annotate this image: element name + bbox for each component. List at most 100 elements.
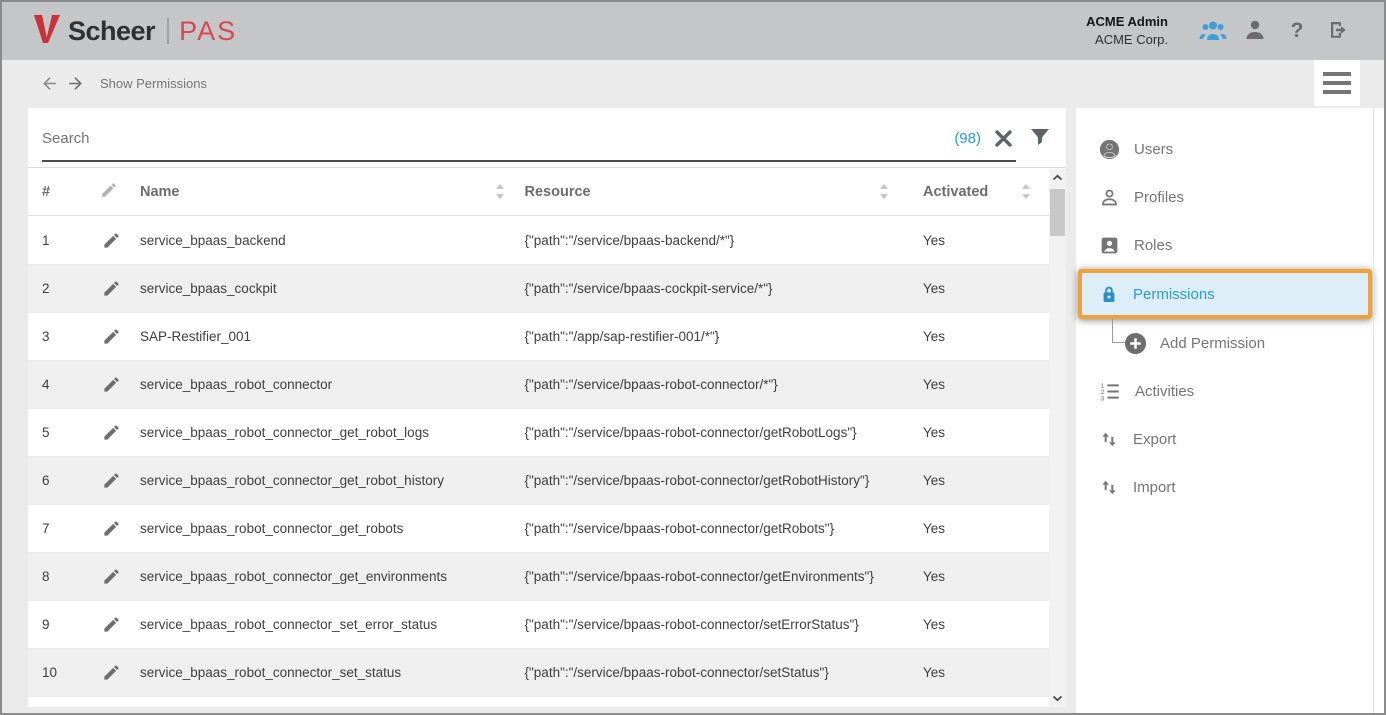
permission-activated: Yes xyxy=(909,665,1049,680)
edit-permission-button[interactable] xyxy=(100,469,123,492)
breadcrumb-bar: Show Permissions xyxy=(2,60,1384,106)
permission-resource: {"path":"/service/bpaas-robot-connector/… xyxy=(525,617,910,632)
permission-name: service_bpaas_robot_connector xyxy=(140,377,525,392)
clear-search-button[interactable] xyxy=(991,126,1016,151)
permission-name: service_bpaas_robot_connector_get_enviro… xyxy=(140,569,525,584)
column-header-edit xyxy=(84,181,140,203)
table-row[interactable]: 7 service_bpaas_robot_connector_get_robo… xyxy=(28,505,1049,553)
hamburger-icon xyxy=(1323,72,1351,76)
forward-button[interactable] xyxy=(62,70,88,96)
logout-icon xyxy=(1327,18,1351,45)
table-row[interactable]: 1 service_bpaas_backend {"path":"/servic… xyxy=(28,217,1049,265)
permission-resource: {"path":"/service/bpaas-robot-connector/… xyxy=(525,665,910,680)
sidebar-item-import[interactable]: Import xyxy=(1076,463,1384,511)
badge-icon xyxy=(1099,235,1120,256)
edit-permission-button[interactable] xyxy=(100,229,123,252)
row-number: 3 xyxy=(28,329,84,344)
table-row[interactable]: 8 service_bpaas_robot_connector_get_envi… xyxy=(28,553,1049,601)
permission-name: service_bpaas_backend xyxy=(140,233,525,248)
permission-activated: Yes xyxy=(909,281,1049,296)
pencil-icon xyxy=(102,519,121,538)
pencil-icon xyxy=(102,663,121,682)
scroll-down-button[interactable] xyxy=(1049,690,1066,707)
scrollbar-thumb[interactable] xyxy=(1050,189,1065,236)
chevron-down-icon xyxy=(1052,695,1063,702)
profile-button[interactable] xyxy=(1234,11,1276,51)
column-header-name: Name xyxy=(140,184,180,200)
permission-name: service_bpaas_robot_connector_get_robots xyxy=(140,521,525,536)
sidebar-item-label: Import xyxy=(1133,479,1176,496)
back-button[interactable] xyxy=(36,70,62,96)
users-group-icon xyxy=(1198,18,1228,45)
permission-activated: Yes xyxy=(909,569,1049,584)
swap-vertical-icon xyxy=(1099,477,1119,498)
sort-activated-button[interactable] xyxy=(1017,179,1035,204)
filter-button[interactable] xyxy=(1026,124,1054,151)
sidebar-item-export[interactable]: Export xyxy=(1076,415,1384,463)
table-row[interactable]: 5 service_bpaas_robot_connector_get_robo… xyxy=(28,409,1049,457)
table-row[interactable]: 10 service_bpaas_robot_connector_set_sta… xyxy=(28,649,1049,697)
sidebar-menu-toggle[interactable] xyxy=(1314,60,1360,106)
help-icon: ? xyxy=(1291,19,1304,43)
user-organization: ACME Corp. xyxy=(1086,31,1168,49)
permissions-panel: (98) # Name xyxy=(28,108,1066,707)
sidebar-item-profiles[interactable]: Profiles xyxy=(1076,173,1384,221)
sidebar-item-label: Activities xyxy=(1135,383,1194,400)
admin-sidebar: Users Profiles Roles xyxy=(1076,108,1384,713)
app-header: Scheer PAS ACME Admin ACME Corp. xyxy=(2,2,1384,60)
scroll-up-button[interactable] xyxy=(1049,169,1066,186)
sidebar-item-permissions[interactable]: Permissions xyxy=(1082,273,1368,315)
row-number: 7 xyxy=(28,521,84,536)
sort-resource-button[interactable] xyxy=(875,179,893,204)
edit-permission-button[interactable] xyxy=(100,565,123,588)
sort-icon xyxy=(1021,183,1031,200)
logout-button[interactable] xyxy=(1318,11,1360,51)
sort-icon xyxy=(879,183,889,200)
logo-brand-text: Scheer xyxy=(68,16,155,47)
tree-connector-line xyxy=(1112,319,1125,343)
permission-activated: Yes xyxy=(909,521,1049,536)
table-row[interactable]: 9 service_bpaas_robot_connector_set_erro… xyxy=(28,601,1049,649)
edit-permission-button[interactable] xyxy=(100,661,123,684)
help-button[interactable]: ? xyxy=(1276,11,1318,51)
table-row[interactable]: 2 service_bpaas_cockpit {"path":"/servic… xyxy=(28,265,1049,313)
permission-resource: {"path":"/service/bpaas-cockpit-service/… xyxy=(525,281,910,296)
permission-activated: Yes xyxy=(909,473,1049,488)
scheer-pas-logo[interactable]: Scheer PAS xyxy=(32,13,237,50)
search-input[interactable] xyxy=(42,130,948,147)
edit-permission-button[interactable] xyxy=(100,373,123,396)
sort-name-button[interactable] xyxy=(491,179,509,204)
table-row[interactable]: 4 service_bpaas_robot_connector {"path":… xyxy=(28,361,1049,409)
breadcrumb: Show Permissions xyxy=(100,76,207,91)
edit-column-icon xyxy=(100,181,118,199)
table-row[interactable]: 6 service_bpaas_robot_connector_get_robo… xyxy=(28,457,1049,505)
column-header-number: # xyxy=(28,184,84,200)
row-number: 8 xyxy=(28,569,84,584)
permission-name: service_bpaas_robot_connector_set_status xyxy=(140,665,525,680)
permission-resource: {"path":"/service/bpaas-robot-connector/… xyxy=(525,425,910,440)
pencil-icon xyxy=(102,375,121,394)
table-scrollbar[interactable] xyxy=(1049,169,1066,707)
permission-name: service_bpaas_cockpit xyxy=(140,281,525,296)
edit-permission-button[interactable] xyxy=(100,613,123,636)
pencil-icon xyxy=(102,615,121,634)
sidebar-item-label: Export xyxy=(1133,431,1176,448)
edit-permission-button[interactable] xyxy=(100,325,123,348)
table-row[interactable]: 3 SAP-Restifier_001 {"path":"/app/sap-re… xyxy=(28,313,1049,361)
edit-permission-button[interactable] xyxy=(100,517,123,540)
permission-name: service_bpaas_robot_connector_get_robot_… xyxy=(140,473,525,488)
sidebar-item-roles[interactable]: Roles xyxy=(1076,221,1384,269)
table-header-row: # Name Resource xyxy=(28,168,1066,216)
permission-activated: Yes xyxy=(909,329,1049,344)
pencil-icon xyxy=(102,327,121,346)
user-management-button[interactable] xyxy=(1192,11,1234,51)
sidebar-item-label: Roles xyxy=(1134,237,1172,254)
permission-resource: {"path":"/service/bpaas-robot-connector/… xyxy=(525,569,910,584)
permission-name: service_bpaas_robot_connector_set_error_… xyxy=(140,617,525,632)
permission-name: service_bpaas_robot_connector_get_robot_… xyxy=(140,425,525,440)
column-header-activated: Activated xyxy=(923,184,988,200)
sidebar-item-users[interactable]: Users xyxy=(1076,125,1384,173)
edit-permission-button[interactable] xyxy=(100,421,123,444)
edit-permission-button[interactable] xyxy=(100,277,123,300)
sidebar-item-activities[interactable]: 1 2 3 Activities xyxy=(1076,367,1384,415)
